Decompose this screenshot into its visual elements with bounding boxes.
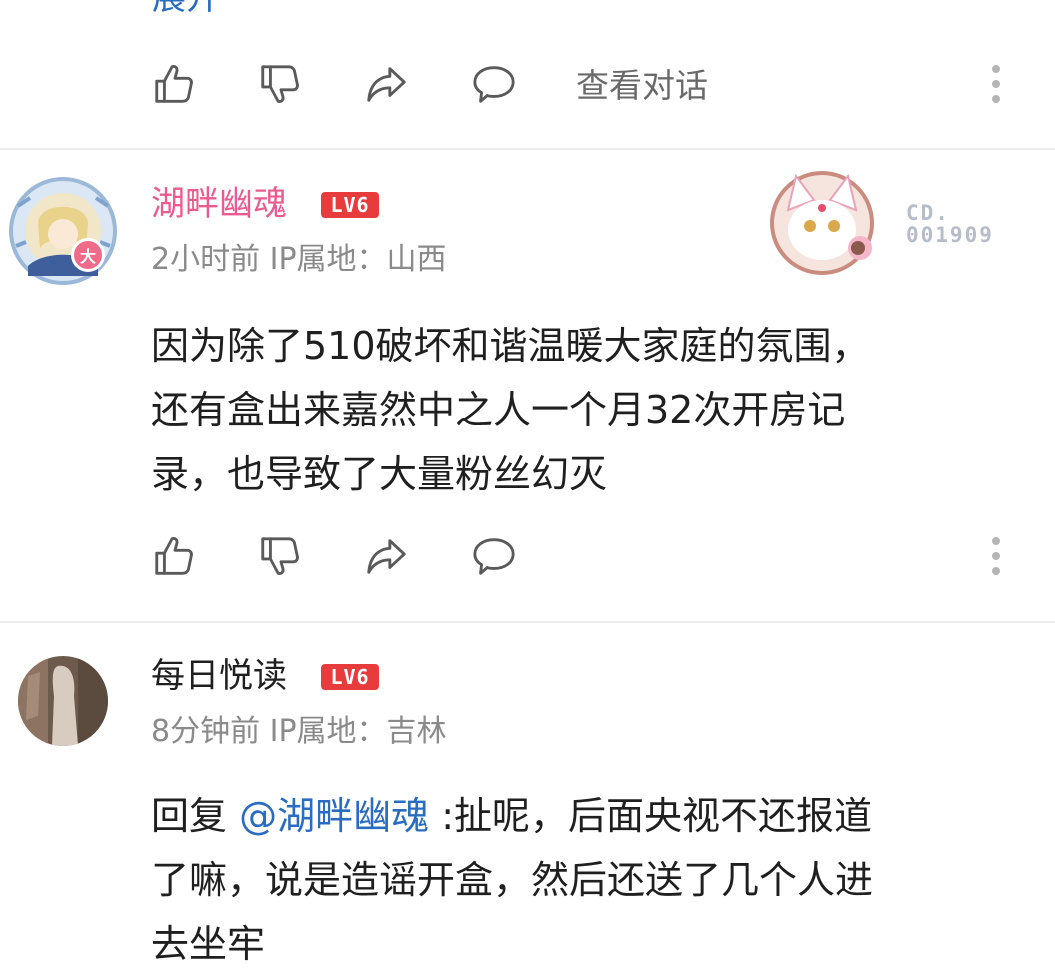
thumbs-up-icon: [151, 533, 197, 579]
avatar-image: [18, 656, 108, 746]
content-line: 回复 @湖畔幽魂 :扯呢，后面央视不还报道: [151, 784, 1021, 848]
more-vertical-icon: [992, 537, 1000, 545]
comment-bubble-icon: [471, 61, 517, 107]
content-line: 还有盒出来嘉然中之人一个月32次开房记: [151, 388, 846, 432]
comment-button[interactable]: [468, 58, 520, 110]
like-button[interactable]: [148, 530, 200, 582]
cat-avatar-icon: [770, 171, 874, 275]
share-button[interactable]: [360, 58, 412, 110]
comment-button[interactable]: [468, 530, 520, 582]
comment-meta: 8分钟前 IP属地：吉林: [151, 714, 447, 749]
level-badge: LV6: [321, 664, 379, 690]
avatar-badge: 大: [71, 238, 105, 272]
more-vertical-icon: [992, 65, 1000, 73]
view-dialog-button[interactable]: 查看对话: [576, 66, 708, 106]
more-options-button[interactable]: [986, 58, 1006, 110]
dislike-button[interactable]: [254, 58, 306, 110]
comment-content: 因为除了510破坏和谐温暖大家庭的氛围， 还有盒出来嘉然中之人一个月32次开房记…: [151, 314, 1021, 506]
username[interactable]: 湖畔幽魂: [151, 182, 287, 226]
fan-card-code: CD. 001909: [906, 202, 994, 246]
comment-content: 回复 @湖畔幽魂 :扯呢，后面央视不还报道 了嘛，说是造谣开盒，然后还送了几个人…: [151, 784, 1021, 976]
level-badge: LV6: [321, 192, 379, 218]
fan-card-decoration[interactable]: [770, 170, 900, 276]
thumbs-up-icon: [151, 61, 197, 107]
more-options-button[interactable]: [986, 530, 1006, 582]
content-line: 录，也导致了大量粉丝幻灭: [151, 452, 608, 496]
share-button[interactable]: [360, 530, 412, 582]
like-button[interactable]: [148, 58, 200, 110]
thumbs-down-icon: [257, 533, 303, 579]
avatar-frame[interactable]: [8, 176, 118, 286]
fan-card-code-line1: CD.: [906, 201, 950, 225]
expand-link[interactable]: 展开: [152, 0, 220, 18]
username[interactable]: 每日悦读: [151, 654, 287, 698]
comment-meta: 2小时前 IP属地：山西: [151, 242, 447, 277]
thumbs-down-icon: [257, 61, 303, 107]
avatar: [9, 177, 117, 285]
fan-card-code-line2: 001909: [906, 223, 994, 247]
divider: [0, 148, 1055, 150]
content-line: 了嘛，说是造谣开盒，然后还送了几个人进: [151, 858, 874, 902]
divider: [0, 621, 1055, 623]
comment-bubble-icon: [471, 533, 517, 579]
reply-prefix: 回复: [151, 794, 240, 838]
share-arrow-icon: [363, 533, 409, 579]
content-line: 去坐牢: [151, 922, 266, 966]
content-line: 因为除了510破坏和谐温暖大家庭的氛围，: [151, 324, 870, 368]
dislike-button[interactable]: [254, 530, 306, 582]
avatar[interactable]: [18, 656, 108, 746]
share-arrow-icon: [363, 61, 409, 107]
content-text: :扯呢，后面央视不还报道: [429, 794, 872, 838]
mention-link[interactable]: @湖畔幽魂: [239, 794, 429, 838]
